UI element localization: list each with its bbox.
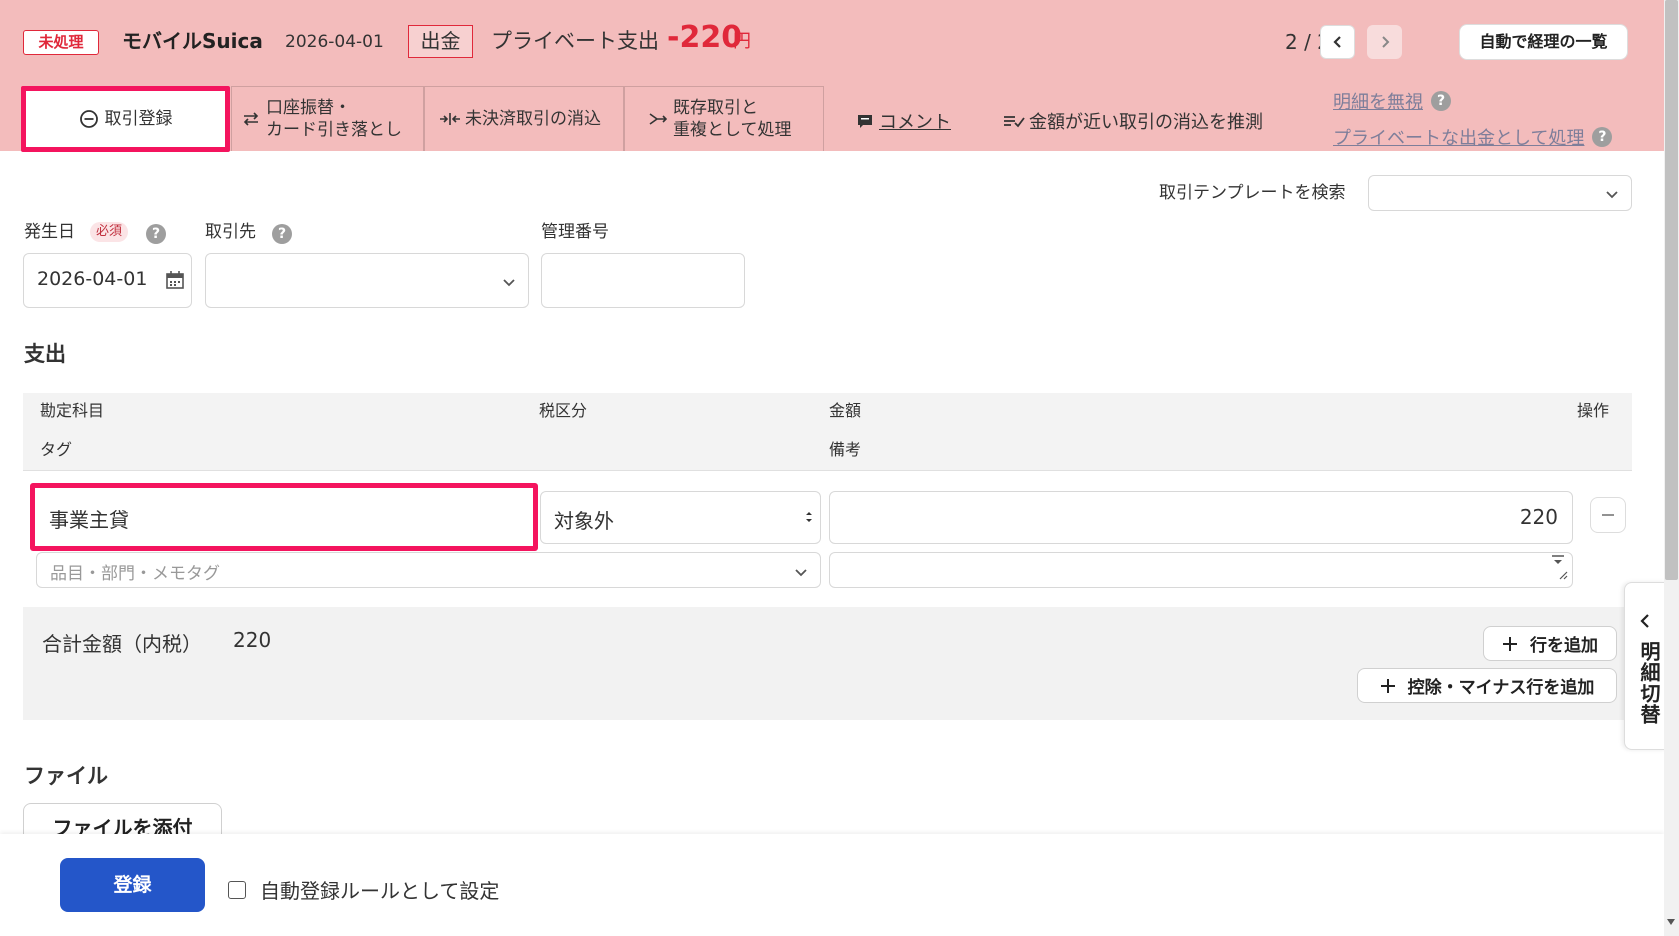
- tab-label: 既存取引と 重複として処理: [673, 98, 792, 140]
- help-icon[interactable]: ?: [1592, 127, 1613, 147]
- scroll-down-icon[interactable]: [1666, 911, 1676, 930]
- template-search-select[interactable]: [1368, 175, 1632, 211]
- plus-icon: [1380, 678, 1396, 694]
- list-check-icon: [1003, 114, 1025, 128]
- register-button[interactable]: 登録: [60, 858, 205, 912]
- ignore-statement: 明細を無視 ?: [1333, 88, 1451, 114]
- tax-select[interactable]: 対象外: [540, 491, 821, 544]
- plus-icon: [1502, 636, 1518, 652]
- expense-section-title: 支出: [24, 342, 66, 366]
- date-value: 2026-04-01: [37, 268, 148, 290]
- tab-label: 口座振替・ カード引き落とし: [266, 98, 402, 140]
- prev-button[interactable]: [1320, 25, 1355, 59]
- scrollbar-thumb[interactable]: [1665, 0, 1678, 580]
- chevron-left-icon: [1638, 613, 1652, 633]
- private-withdraw-link[interactable]: プライベートな出金として処理: [1333, 124, 1584, 150]
- header-tax: 税区分: [539, 401, 588, 420]
- tab-register[interactable]: 取引登録: [21, 86, 230, 152]
- add-row-button[interactable]: 行を追加: [1483, 626, 1617, 661]
- tab-settle[interactable]: 未決済取引の消込: [424, 86, 624, 151]
- calendar-icon[interactable]: [165, 270, 185, 294]
- help-icon[interactable]: ?: [146, 224, 166, 244]
- mgmt-number-input[interactable]: [541, 253, 745, 308]
- total-box: [23, 607, 1632, 720]
- transfer-icon: [242, 111, 260, 127]
- chevron-right-icon: [1381, 36, 1389, 48]
- ignore-statement-link[interactable]: 明細を無視: [1333, 88, 1423, 114]
- help-icon[interactable]: ?: [1431, 91, 1451, 111]
- mgmt-number-label: 管理番号: [541, 222, 609, 242]
- transaction-amount: -220: [667, 20, 743, 55]
- remove-row-button[interactable]: [1590, 497, 1626, 533]
- chevron-left-icon: [1332, 36, 1341, 48]
- side-tab-label: 明細切替: [1637, 641, 1661, 725]
- date-field[interactable]: 2026-04-01: [23, 253, 192, 308]
- account-value: 事業主貸: [49, 508, 129, 532]
- transaction-description: プライベート支出: [491, 29, 659, 53]
- file-section-title: ファイル: [24, 764, 108, 788]
- merge-icon: [649, 111, 667, 127]
- next-button[interactable]: [1367, 25, 1402, 59]
- header-tag: タグ: [40, 440, 73, 459]
- note-textarea[interactable]: [829, 552, 1573, 588]
- status-badge: 未処理: [23, 30, 99, 55]
- resize-handle-icon[interactable]: [1558, 565, 1568, 584]
- statement-switch-tab[interactable]: 明細切替: [1624, 582, 1668, 750]
- auto-rule-option: 自動登録ルールとして設定: [228, 875, 499, 904]
- private-withdraw: プライベートな出金として処理 ?: [1333, 124, 1613, 150]
- tag-placeholder: 品目・部門・メモタグ: [50, 564, 220, 584]
- total-label: 合計金額（内税）: [42, 632, 202, 656]
- partner-label: 取引先: [205, 222, 256, 242]
- scrollbar[interactable]: [1664, 0, 1679, 936]
- add-minus-row-button[interactable]: 控除・マイナス行を追加: [1357, 668, 1617, 703]
- auto-rule-label: 自動登録ルールとして設定: [260, 879, 500, 903]
- header-amount: 金額: [829, 401, 862, 420]
- chevron-down-icon: [794, 564, 808, 583]
- amount-value: 220: [1519, 505, 1558, 529]
- account-name: モバイルSuica: [122, 29, 263, 53]
- partner-select[interactable]: [205, 253, 529, 308]
- direction-badge: 出金: [408, 25, 473, 58]
- auto-list-button[interactable]: 自動で経理の一覧: [1459, 24, 1628, 60]
- chevron-down-icon: [502, 274, 516, 293]
- auto-rule-checkbox[interactable]: [228, 880, 246, 899]
- header-note: 備考: [829, 440, 862, 459]
- expense-table-header: [23, 393, 1632, 471]
- total-value: 220: [233, 628, 272, 652]
- comment-link[interactable]: コメント: [857, 108, 951, 134]
- required-badge: 必須: [90, 222, 129, 242]
- select-arrows-icon: [804, 508, 814, 530]
- settle-icon: [439, 111, 461, 127]
- chevron-down-icon: [1605, 186, 1619, 205]
- tag-select[interactable]: 品目・部門・メモタグ: [36, 552, 821, 588]
- tab-transfer[interactable]: 口座振替・ カード引き落とし: [231, 86, 424, 151]
- amount-input[interactable]: 220: [829, 491, 1573, 544]
- transaction-date: 2026-04-01: [285, 32, 384, 52]
- guess-settle-link[interactable]: 金額が近い取引の消込を推測: [1003, 108, 1263, 134]
- tab-duplicate[interactable]: 既存取引と 重複として処理: [624, 86, 824, 151]
- amount-unit: 円: [733, 31, 751, 52]
- comment-icon: [857, 114, 873, 128]
- header-ops: 操作: [1577, 401, 1610, 420]
- tab-label: 取引登録: [104, 109, 173, 129]
- account-field[interactable]: 事業主貸: [30, 483, 538, 551]
- minus-icon: [1602, 514, 1614, 516]
- template-search-label: 取引テンプレートを検索: [1159, 183, 1346, 203]
- help-icon[interactable]: ?: [272, 224, 292, 244]
- tab-label: 未決済取引の消込: [465, 109, 601, 129]
- header-account: 勘定科目: [40, 401, 105, 420]
- tax-value: 対象外: [554, 509, 614, 533]
- date-label: 発生日: [24, 222, 75, 242]
- minus-circle-icon: [79, 109, 99, 129]
